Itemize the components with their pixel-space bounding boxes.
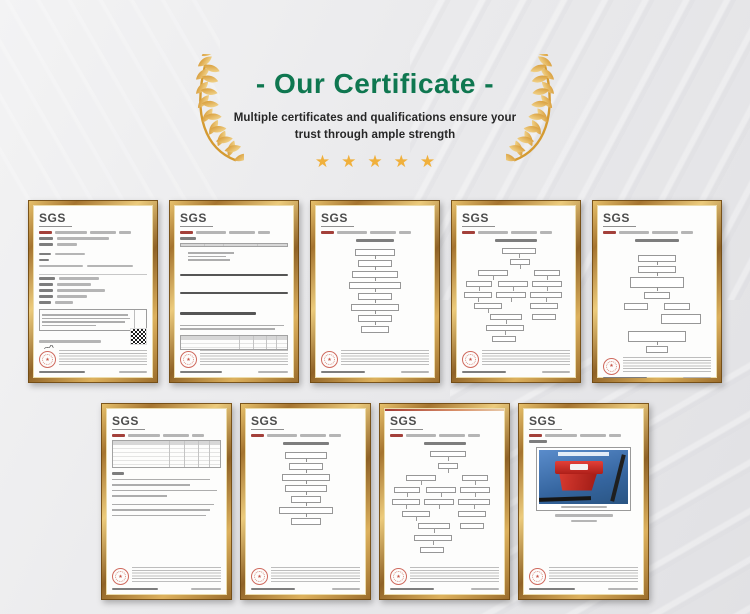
sgs-logo: SGS: [39, 212, 72, 227]
red-seal: [180, 351, 197, 368]
section-title: - Our Certificate -: [0, 68, 750, 100]
report-header-meta: [462, 231, 570, 234]
certificate-2-page: SGS: [174, 205, 294, 378]
report-header-meta: [321, 231, 429, 234]
sample-photo: [536, 447, 632, 512]
report-header-meta: [529, 434, 638, 437]
sgs-logo: SGS: [112, 415, 145, 430]
process-flowchart: [603, 255, 711, 303]
certificate-7-flowchart[interactable]: SGS: [240, 403, 371, 600]
sgs-logo: SGS: [462, 212, 495, 227]
subtitle-line-2: trust through ample strength: [295, 129, 456, 141]
certificate-7-page: SGS: [245, 408, 366, 595]
certificate-4-branched-flowchart[interactable]: SGS: [451, 200, 581, 383]
sample-sticker: [570, 464, 588, 470]
certificate-6-result-table[interactable]: SGS: [101, 403, 232, 600]
red-seal: [529, 568, 546, 585]
report-footer: [603, 357, 711, 379]
certificate-1-page: SGS: [33, 205, 153, 378]
sgs-logo: SGS: [390, 415, 423, 430]
certificate-1-test-report[interactable]: SGS: [28, 200, 158, 383]
report-header-meta: [251, 434, 360, 437]
certificate-4-page: SGS: [456, 205, 576, 378]
report-header-meta: [603, 231, 711, 234]
star-icon: ★: [420, 152, 446, 171]
sgs-logo: SGS: [529, 415, 562, 430]
certificate-5-page: SGS: [597, 205, 717, 378]
mat-edge: [539, 496, 591, 502]
star-icon: ★: [367, 152, 393, 171]
branched-process-flowchart: [390, 451, 499, 568]
certificate-2-test-results[interactable]: SGS: [169, 200, 299, 383]
sgs-logo: SGS: [603, 212, 636, 227]
report-header-meta: [390, 434, 499, 437]
section-subtitle: Multiple certificates and qualifications…: [0, 110, 750, 143]
star-icon: ★: [341, 152, 367, 171]
certificate-row-1: SGS: [0, 200, 750, 383]
certificate-9-sample-photo[interactable]: SGS: [518, 403, 649, 600]
sgs-logo: SGS: [321, 212, 354, 227]
certificate-section-header: - Our Certificate - Multiple certificate…: [0, 0, 750, 200]
star-icon: ★: [394, 152, 420, 171]
flowchart-branch: [603, 303, 711, 310]
red-top-rule: [385, 409, 504, 411]
certificate-3-flowchart[interactable]: SGS: [310, 200, 440, 383]
process-flowchart: [251, 452, 360, 529]
results-table: [112, 440, 221, 468]
red-seal: [112, 568, 129, 585]
process-flowchart: [321, 249, 429, 337]
qr-code: [131, 329, 146, 344]
report-footer: [529, 567, 638, 590]
summary-table: [180, 243, 288, 248]
red-seal: [321, 351, 338, 368]
certificate-8-page: SGS: [384, 408, 505, 595]
report-header-meta: [180, 231, 288, 234]
report-header-meta: [39, 231, 147, 234]
report-footer: [180, 350, 288, 373]
certificate-6-page: SGS: [106, 408, 227, 595]
report-footer: [390, 567, 499, 590]
certificate-8-branched-flowchart[interactable]: SGS: [379, 403, 510, 600]
report-footer: [462, 350, 570, 373]
red-sample-flap: [559, 474, 597, 491]
certificate-9-page: SGS: [523, 408, 644, 595]
sgs-logo: SGS: [180, 212, 213, 227]
report-footer: [39, 350, 147, 373]
red-seal: [603, 358, 620, 375]
certificate-row-2: SGS SGS: [0, 403, 750, 600]
certificate-3-page: SGS: [315, 205, 435, 378]
red-seal: [390, 568, 407, 585]
five-star-rating: ★★★★★: [0, 152, 750, 172]
report-footer: [251, 567, 360, 590]
certificate-5-flowchart-branch[interactable]: SGS: [592, 200, 722, 383]
red-seal: [462, 351, 479, 368]
report-header-meta: [112, 434, 221, 437]
photo-reference-label: [558, 452, 608, 456]
results-table: [180, 335, 288, 350]
report-footer: [321, 350, 429, 373]
star-icon: ★: [315, 152, 341, 171]
sgs-logo: SGS: [251, 415, 284, 430]
subtitle-line-1: Multiple certificates and qualifications…: [234, 112, 517, 124]
red-seal: [39, 351, 56, 368]
branched-process-flowchart: [462, 248, 570, 351]
ruler: [611, 454, 626, 502]
red-seal: [251, 568, 268, 585]
report-footer: [112, 567, 221, 590]
